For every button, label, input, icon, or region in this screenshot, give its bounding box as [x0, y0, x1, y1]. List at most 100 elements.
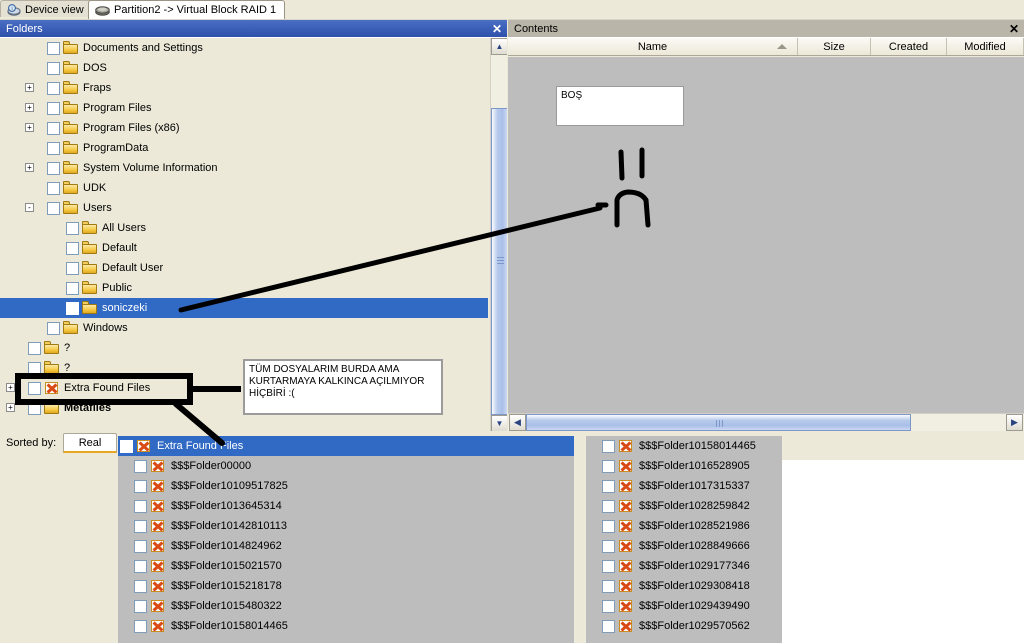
row-checkbox[interactable]	[47, 61, 60, 75]
tree-item-soniczeki[interactable]: soniczeki	[0, 298, 488, 318]
row-checkbox[interactable]	[47, 201, 60, 215]
found-folder-row[interactable]: $$$Folder1028849666	[586, 536, 782, 556]
tree-item-default-user[interactable]: Default User	[0, 258, 488, 278]
found-folder-row[interactable]: $$$Folder10158014465	[586, 436, 782, 456]
found-folder-row[interactable]: $$$Folder1029570562	[586, 616, 782, 636]
folder-tree-vertical-scrollbar[interactable]: ▲ ▼	[490, 38, 507, 431]
expand-icon[interactable]: +	[25, 83, 34, 92]
row-checkbox[interactable]	[134, 539, 147, 553]
tree-item-default[interactable]: Default	[0, 238, 488, 258]
tree-item-[interactable]: ?	[0, 338, 488, 358]
extra-found-files-list-right[interactable]: $$$Folder10158014465 $$$Folder1016528905 $…	[586, 436, 782, 643]
found-folder-row[interactable]: $$$Folder00000	[118, 456, 574, 476]
tree-item-users[interactable]: - Users	[0, 198, 488, 218]
expand-icon[interactable]: +	[25, 123, 34, 132]
found-folder-row[interactable]: $$$Folder1014824962	[118, 536, 574, 556]
found-folder-row[interactable]: $$$Folder1016528905	[586, 456, 782, 476]
scroll-down-icon[interactable]: ▼	[491, 415, 507, 431]
tree-item-dos[interactable]: DOS	[0, 58, 488, 78]
tab-partition2-virtual-block-raid-1[interactable]: Partition2 -> Virtual Block RAID 1	[88, 0, 286, 19]
folders-panel-close-icon[interactable]: ✕	[492, 23, 502, 35]
row-checkbox[interactable]	[134, 519, 147, 533]
contents-panel-close-icon[interactable]: ✕	[1009, 23, 1019, 35]
row-checkbox[interactable]	[602, 599, 615, 613]
row-checkbox[interactable]	[602, 579, 615, 593]
row-checkbox[interactable]	[28, 381, 41, 395]
row-checkbox[interactable]	[66, 261, 79, 275]
found-folder-row[interactable]: $$$Folder1028259842	[586, 496, 782, 516]
row-checkbox[interactable]	[66, 221, 79, 235]
row-checkbox[interactable]	[602, 439, 615, 453]
sort-tab-real[interactable]: Real	[63, 433, 117, 453]
found-folder-row[interactable]: $$$Folder1028521986	[586, 516, 782, 536]
found-folder-row[interactable]: $$$Folder1029439490	[586, 596, 782, 616]
column-header-modified[interactable]: Modified	[947, 38, 1024, 55]
row-checkbox[interactable]	[134, 499, 147, 513]
scroll-up-icon[interactable]: ▲	[491, 38, 507, 55]
tree-item-windows[interactable]: Windows	[0, 318, 488, 338]
row-checkbox[interactable]	[47, 41, 60, 55]
row-checkbox[interactable]	[134, 459, 147, 473]
found-folder-row[interactable]: $$$Folder1015480322	[118, 596, 574, 616]
horizontal-scrollbar-thumb[interactable]	[526, 414, 911, 431]
found-folder-row[interactable]: $$$Folder10109517825	[118, 476, 574, 496]
tree-item-documents-and-settings[interactable]: Documents and Settings	[0, 38, 488, 58]
row-checkbox[interactable]	[134, 579, 147, 593]
contents-horizontal-scrollbar[interactable]: ◀ ▶	[508, 413, 1024, 431]
expand-icon[interactable]: +	[25, 103, 34, 112]
row-checkbox[interactable]	[134, 619, 147, 633]
tree-item-programdata[interactable]: ProgramData	[0, 138, 488, 158]
row-checkbox[interactable]	[28, 361, 41, 375]
tree-item-all-users[interactable]: All Users	[0, 218, 488, 238]
tree-item-system-volume-information[interactable]: + System Volume Information	[0, 158, 488, 178]
found-files-list-header[interactable]: Extra Found Files	[118, 436, 574, 456]
column-header-name[interactable]: Name	[508, 38, 798, 55]
row-checkbox[interactable]	[602, 559, 615, 573]
found-folder-row[interactable]: $$$Folder10142810113	[118, 516, 574, 536]
row-checkbox[interactable]	[47, 81, 60, 95]
scroll-right-icon[interactable]: ▶	[1006, 414, 1023, 431]
row-checkbox[interactable]	[134, 599, 147, 613]
expand-icon[interactable]: +	[6, 383, 15, 392]
column-header-created[interactable]: Created	[871, 38, 947, 55]
tree-item-program-files[interactable]: + Program Files	[0, 98, 488, 118]
row-checkbox[interactable]	[47, 181, 60, 195]
row-checkbox[interactable]	[134, 559, 147, 573]
row-checkbox[interactable]	[47, 321, 60, 335]
row-checkbox[interactable]	[120, 439, 133, 453]
row-checkbox[interactable]	[47, 101, 60, 115]
row-checkbox[interactable]	[47, 141, 60, 155]
extra-found-files-list-left[interactable]: Extra Found Files $$$Folder00000 $$$Folder…	[118, 436, 574, 643]
row-checkbox[interactable]	[602, 479, 615, 493]
column-header-size[interactable]: Size	[798, 38, 871, 55]
row-checkbox[interactable]	[66, 241, 79, 255]
row-checkbox[interactable]	[134, 479, 147, 493]
row-checkbox[interactable]	[602, 519, 615, 533]
tree-item-public[interactable]: Public	[0, 278, 488, 298]
collapse-icon[interactable]: -	[25, 203, 34, 212]
row-checkbox[interactable]	[28, 341, 41, 355]
row-checkbox[interactable]	[602, 539, 615, 553]
tree-item-program-files-x86[interactable]: + Program Files (x86)	[0, 118, 488, 138]
row-checkbox[interactable]	[47, 121, 60, 135]
found-folder-row[interactable]: $$$Folder1029177346	[586, 556, 782, 576]
row-checkbox[interactable]	[28, 401, 41, 415]
row-checkbox[interactable]	[602, 619, 615, 633]
found-folder-row[interactable]: $$$Folder1017315337	[586, 476, 782, 496]
found-folder-row[interactable]: $$$Folder10158014465	[118, 616, 574, 636]
found-folder-row[interactable]: $$$Folder1015021570	[118, 556, 574, 576]
expand-icon[interactable]: +	[25, 163, 34, 172]
scroll-left-icon[interactable]: ◀	[509, 414, 526, 431]
found-folder-row[interactable]: $$$Folder1015218178	[118, 576, 574, 596]
tree-item-fraps[interactable]: + Fraps	[0, 78, 488, 98]
row-checkbox[interactable]	[66, 281, 79, 295]
tree-item-udk[interactable]: UDK	[0, 178, 488, 198]
row-checkbox[interactable]	[602, 459, 615, 473]
row-checkbox[interactable]	[66, 301, 79, 315]
found-folder-row[interactable]: $$$Folder1013645314	[118, 496, 574, 516]
expand-icon[interactable]: +	[6, 403, 15, 412]
row-checkbox[interactable]	[602, 499, 615, 513]
found-folder-row[interactable]: $$$Folder1029308418	[586, 576, 782, 596]
vertical-scrollbar-thumb[interactable]	[491, 108, 507, 415]
row-checkbox[interactable]	[47, 161, 60, 175]
